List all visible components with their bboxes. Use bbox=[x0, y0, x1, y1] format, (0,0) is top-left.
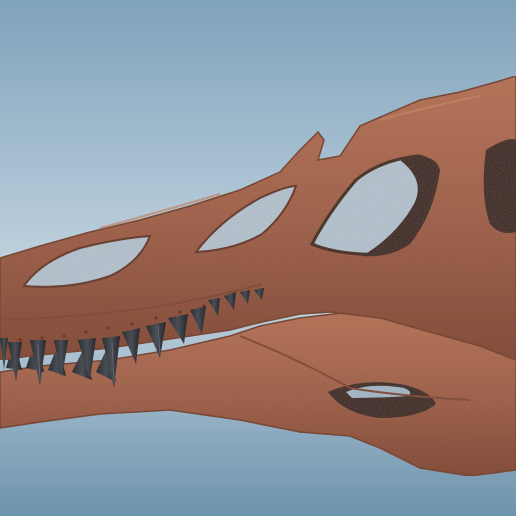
skull-render bbox=[0, 0, 516, 516]
orbit bbox=[483, 139, 516, 233]
render-canvas bbox=[0, 0, 516, 516]
